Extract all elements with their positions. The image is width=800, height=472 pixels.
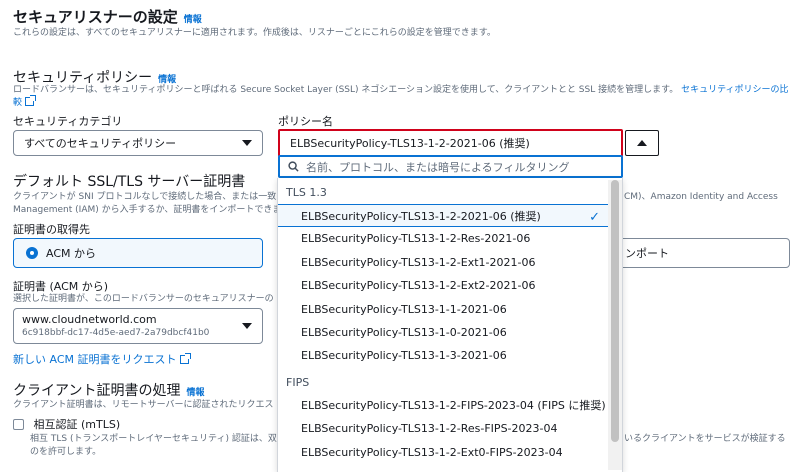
group-label-fips: FIPS (286, 375, 310, 389)
cert-section-title: デフォルト SSL/TLS サーバー証明書 (13, 174, 246, 190)
policy-compare-link-continued[interactable]: 較 (13, 95, 37, 110)
cert-source-acm-option[interactable]: ACM から (13, 238, 263, 268)
dropdown-option[interactable]: ELBSecurityPolicy-TLS13-1-3-2021-06 (278, 344, 622, 367)
client-cert-title: クライアント証明書の処理 (13, 383, 181, 399)
chevron-down-icon (242, 323, 252, 329)
client-cert-info-link[interactable]: 情報 (186, 388, 204, 398)
mtls-description: 相互 TLS (トランスポートレイヤーセキュリティ) 認証は、双方 (30, 434, 286, 444)
dropdown-option[interactable]: ELBSecurityPolicy-TLS13-1-2-Ext0-FIPS-20… (278, 441, 622, 464)
option-label: ELBSecurityPolicy-TLS13-1-2-Ext0-FIPS-20… (301, 445, 563, 459)
option-label: ELBSecurityPolicy-TLS13-1-3-2021-06 (301, 349, 507, 363)
section-header: セキュアリスナーの設定 情報 (13, 6, 202, 27)
certificate-select[interactable]: www.cloudnetworld.com 6c918bbf-dc17-4d5e… (13, 308, 263, 344)
group-label-tls13: TLS 1.3 (286, 186, 327, 199)
external-link-icon (25, 95, 37, 106)
dropdown-option[interactable]: ELBSecurityPolicy-TLS13-1-2-Ext2-2021-06 (278, 274, 622, 297)
cert-section-description: クライアントが SNI プロトコルなしで接続した場合、または一致 (13, 192, 277, 202)
cert-acm-label: 証明書 (ACM から) (13, 280, 109, 293)
external-link-icon (179, 353, 191, 364)
option-label: ELBSecurityPolicy-TLS13-1-1-2021-06 (301, 302, 507, 316)
check-icon: ✓ (589, 210, 600, 225)
info-link[interactable]: 情報 (184, 15, 202, 25)
security-category-select[interactable]: すべてのセキュリティポリシー (13, 130, 263, 156)
mtls-description-line2: のを許可します。 (30, 447, 102, 457)
dropdown-option[interactable]: ELBSecurityPolicy-TLS13-1-2-2021-06 (推奨)… (278, 204, 622, 228)
dropdown-option[interactable]: ELBSecurityPolicy-TLS13-1-0-2021-06 (278, 321, 622, 344)
cert-source-label: 証明書の取得先 (13, 223, 90, 236)
policy-name-select[interactable]: ELBSecurityPolicy-TLS13-1-2-2021-06 (推奨) (278, 129, 623, 157)
page-title: セキュアリスナーの設定 (13, 8, 178, 26)
mtls-checkbox[interactable]: 相互認証 (mTLS) (13, 416, 120, 432)
cert-section-description-line2: Management (IAM) から入手するか、証明書をインポートできます (13, 205, 291, 215)
option-label: ELBSecurityPolicy-TLS13-1-2-Res-FIPS-202… (301, 422, 558, 436)
client-cert-description: クライアント証明書は、リモートサーバーに認証されたリクエス (13, 400, 274, 410)
filter-placeholder: 名前、プロトコル、または暗号によるフィルタリング (306, 160, 570, 174)
cert-section-description-right: CM)、Amazon Identity and Access (624, 192, 778, 202)
dropdown-option[interactable]: ELBSecurityPolicy-TLS13-1-2-Res-FIPS-202… (278, 417, 622, 440)
option-label: ELBSecurityPolicy-TLS13-1-2-Res-2021-06 (301, 232, 531, 246)
search-icon (288, 161, 299, 172)
policy-description: ロードバランサーは、セキュリティポリシーと呼ばれる Secure Socket … (13, 85, 789, 95)
option-label: ELBSecurityPolicy-TLS13-1-2-Ext2-2021-06 (301, 279, 536, 293)
chevron-down-icon (242, 140, 252, 146)
policy-name-label: ポリシー名 (278, 115, 333, 128)
dropdown-scrollbar[interactable] (608, 180, 622, 470)
radio-selected-icon (26, 247, 38, 259)
option-label: ELBSecurityPolicy-TLS13-1-2-Ext1-2021-06 (301, 255, 536, 269)
cert-acm-description: 選択した証明書が、このロードバランサーのセキュアリスナーの (13, 294, 274, 304)
mtls-description-right: いるクライアントをサービスが検証する (624, 434, 786, 444)
dropdown-option[interactable]: ELBSecurityPolicy-TLS13-1-2-Ext1-2021-06 (278, 251, 622, 274)
option-label: ELBSecurityPolicy-TLS13-1-2-2021-06 (推奨) (301, 210, 541, 223)
section-description: これらの設定は、すべてのセキュアリスナーに適用されます。作成後は、リスナーごとに… (13, 28, 496, 38)
client-cert-heading: クライアント証明書の処理 情報 (13, 380, 204, 400)
checkbox-icon (13, 419, 24, 430)
request-cert-link[interactable]: 新しい ACM 証明書をリクエスト (13, 351, 191, 367)
scrollbar-thumb[interactable] (611, 180, 619, 442)
dropdown-option[interactable]: ELBSecurityPolicy-TLS13-1-2-FIPS-2023-04… (278, 394, 622, 417)
policy-dropdown-list[interactable]: TLS 1.3 ELBSecurityPolicy-TLS13-1-2-2021… (277, 178, 623, 472)
category-label: セキュリティカテゴリ (13, 115, 123, 128)
dropdown-option[interactable]: ELBSecurityPolicy-TLS13-1-2-Res-2021-06 (278, 227, 622, 250)
option-label: ELBSecurityPolicy-TLS13-1-2-FIPS-2023-04… (301, 398, 606, 412)
policy-filter-input[interactable]: 名前、プロトコル、または暗号によるフィルタリング (278, 155, 623, 178)
policy-compare-link[interactable]: セキュリティポリシーの比 (681, 85, 788, 95)
cert-id: 6c918bbf-dc17-4d5e-aed7-2a79dbcf41b0 (22, 328, 210, 338)
chevron-up-icon (637, 140, 647, 146)
dropdown-option[interactable]: ELBSecurityPolicy-TLS13-1-1-2021-06 (278, 298, 622, 321)
option-label: ELBSecurityPolicy-TLS13-1-0-2021-06 (301, 325, 507, 339)
dropdown-toggle-button[interactable] (625, 130, 659, 156)
cert-domain: www.cloudnetworld.com (22, 313, 157, 326)
